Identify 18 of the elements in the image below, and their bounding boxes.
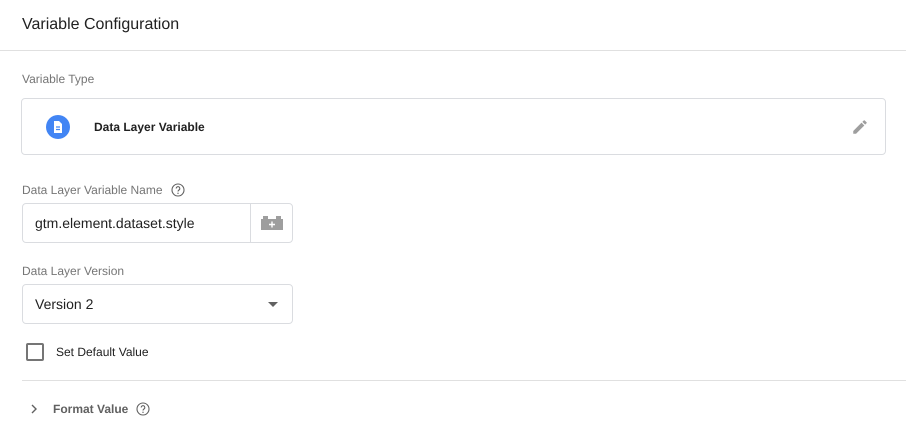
version-dropdown[interactable]: Version 2 — [22, 284, 293, 324]
field-label: Variable Type — [22, 72, 96, 86]
document-icon — [46, 114, 70, 138]
chevron-icon[interactable] — [31, 404, 37, 414]
section-toggle[interactable]: Format Value — [53, 402, 128, 416]
help-icon[interactable] — [170, 183, 185, 197]
variable-type-name: Data Layer Variable — [94, 120, 206, 134]
dropdown-caret-icon — [268, 302, 278, 306]
field-label: Data Layer Variable Name — [22, 183, 163, 197]
variable-name-field[interactable]: gtm.element.dataset.style — [22, 203, 293, 243]
edit-icon[interactable] — [851, 118, 869, 136]
checkbox-label[interactable]: Set Default Value — [56, 345, 149, 359]
section-title: Variable Configuration — [22, 16, 180, 34]
variable-type-card[interactable]: Data Layer Variable — [21, 98, 886, 155]
field-label: Data Layer Version — [22, 264, 126, 278]
checkbox[interactable] — [26, 343, 44, 361]
help-icon[interactable] — [136, 402, 150, 416]
lego-brick-icon — [260, 216, 282, 230]
